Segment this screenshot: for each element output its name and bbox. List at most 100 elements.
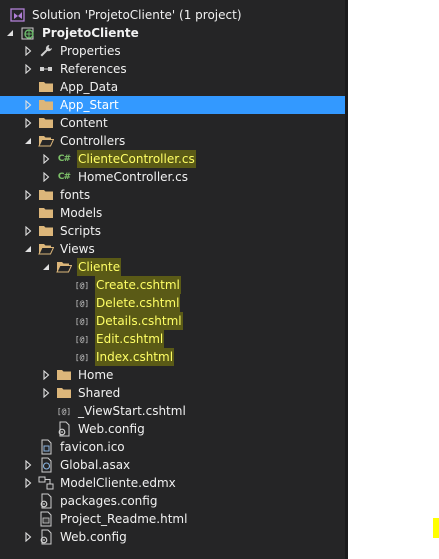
chevron-right-icon[interactable] bbox=[22, 186, 34, 204]
tree-item-favicon-ico[interactable]: favicon.ico bbox=[0, 438, 345, 456]
solution-node[interactable]: Solution 'ProjetoCliente' (1 project) bbox=[0, 6, 345, 24]
tree-item-scripts[interactable]: Scripts bbox=[0, 222, 345, 240]
folder-open-icon bbox=[38, 241, 54, 257]
tree-item-references[interactable]: References bbox=[0, 60, 345, 78]
tree-item-web-config[interactable]: Web.config bbox=[0, 420, 345, 438]
chevron-right-icon[interactable] bbox=[22, 60, 34, 78]
solution-icon bbox=[10, 7, 26, 23]
tree-item-label: ModelCliente.edmx bbox=[60, 476, 176, 490]
tree-item-cliente[interactable]: Cliente bbox=[0, 258, 345, 276]
tree-item-details-cshtml[interactable]: [@] Details.cshtml bbox=[0, 312, 345, 330]
folder-icon bbox=[56, 367, 72, 383]
chevron-down-icon[interactable] bbox=[22, 240, 34, 258]
tree-item-label: Web.config bbox=[60, 530, 127, 544]
references-icon bbox=[38, 61, 54, 77]
tree-item-views[interactable]: Views bbox=[0, 240, 345, 258]
folder-icon bbox=[56, 385, 72, 401]
chevron-right-icon[interactable] bbox=[22, 222, 34, 240]
tree-item-label: Properties bbox=[60, 44, 121, 58]
tree-item-viewstart-cshtml[interactable]: [@] _ViewStart.cshtml bbox=[0, 402, 345, 420]
cshtml-file-icon: [@] bbox=[74, 334, 90, 344]
tree-item-label: Controllers bbox=[60, 134, 126, 148]
tree-item-project-readme-html[interactable]: Project_Readme.html bbox=[0, 510, 345, 528]
tree-item-fonts[interactable]: fonts bbox=[0, 186, 345, 204]
tree-item-label: Web.config bbox=[78, 422, 145, 436]
chevron-right-icon[interactable] bbox=[22, 474, 34, 492]
tree-item-app-data[interactable]: App_Data bbox=[0, 78, 345, 96]
tree-item-edit-cshtml[interactable]: [@] Edit.cshtml bbox=[0, 330, 345, 348]
tree-item-modelcliente-edmx[interactable]: ModelCliente.edmx bbox=[0, 474, 345, 492]
project-label: ProjetoCliente bbox=[42, 26, 139, 40]
project-node[interactable]: ProjetoCliente bbox=[0, 24, 345, 42]
tree-item-clientecontroller-cs[interactable]: C# ClienteController.cs bbox=[0, 150, 345, 168]
tree-item-label: App_Data bbox=[60, 80, 119, 94]
tree-item-label: Create.cshtml bbox=[95, 276, 181, 294]
tree-item-label: Index.cshtml bbox=[95, 348, 175, 366]
solution-label: Solution 'ProjetoCliente' (1 project) bbox=[32, 8, 242, 22]
tree-item-global-asax[interactable]: Global.asax bbox=[0, 456, 345, 474]
config-file-icon bbox=[38, 493, 54, 509]
edmx-file-icon bbox=[38, 475, 54, 491]
wrench-icon bbox=[38, 43, 54, 59]
chevron-right-icon[interactable] bbox=[22, 42, 34, 60]
tree-item-label: Content bbox=[60, 116, 108, 130]
asax-file-icon bbox=[38, 457, 54, 473]
tree-item-app-start[interactable]: App_Start bbox=[0, 96, 345, 114]
chevron-down-icon[interactable] bbox=[40, 258, 52, 276]
tree-item-label: Home bbox=[78, 368, 114, 382]
tree-item-label: Models bbox=[60, 206, 103, 220]
tree-item-label: Edit.cshtml bbox=[95, 330, 165, 348]
chevron-right-icon[interactable] bbox=[22, 114, 34, 132]
tree-item-controllers[interactable]: Controllers bbox=[0, 132, 345, 150]
cshtml-file-icon: [@] bbox=[74, 316, 90, 326]
tree-item-label: References bbox=[60, 62, 127, 76]
tree-item-models[interactable]: Models bbox=[0, 204, 345, 222]
chevron-right-icon[interactable] bbox=[40, 366, 52, 384]
chevron-down-icon[interactable] bbox=[4, 24, 16, 42]
tree-item-label: Views bbox=[60, 242, 95, 256]
tree-item-properties[interactable]: Properties bbox=[0, 42, 345, 60]
tree-item-packages-config[interactable]: packages.config bbox=[0, 492, 345, 510]
folder-icon bbox=[38, 115, 54, 131]
config-file-icon bbox=[38, 529, 54, 545]
html-file-icon bbox=[38, 511, 54, 527]
cshtml-file-icon: [@] bbox=[74, 298, 90, 308]
chevron-right-icon[interactable] bbox=[22, 528, 34, 546]
folder-icon bbox=[38, 79, 54, 95]
folder-icon bbox=[38, 187, 54, 203]
tree-item-create-cshtml[interactable]: [@] Create.cshtml bbox=[0, 276, 345, 294]
chevron-down-icon[interactable] bbox=[22, 132, 34, 150]
tree-item-content[interactable]: Content bbox=[0, 114, 345, 132]
tree-item-label: favicon.ico bbox=[60, 440, 125, 454]
tree-item-label: _ViewStart.cshtml bbox=[78, 404, 186, 418]
folder-open-icon bbox=[56, 259, 72, 275]
tree-item-index-cshtml[interactable]: [@] Index.cshtml bbox=[0, 348, 345, 366]
csharp-file-icon: C# bbox=[57, 172, 71, 182]
chevron-right-icon[interactable] bbox=[40, 150, 52, 168]
tree-item-homecontroller-cs[interactable]: C# HomeController.cs bbox=[0, 168, 345, 186]
highlight-mark bbox=[433, 518, 439, 538]
tree-item-shared[interactable]: Shared bbox=[0, 384, 345, 402]
folder-icon bbox=[38, 205, 54, 221]
tree-item-label: Scripts bbox=[60, 224, 102, 238]
chevron-right-icon[interactable] bbox=[40, 384, 52, 402]
tree-item-delete-cshtml[interactable]: [@] Delete.cshtml bbox=[0, 294, 345, 312]
tree-item-web-config[interactable]: Web.config bbox=[0, 528, 345, 546]
chevron-right-icon[interactable] bbox=[40, 168, 52, 186]
chevron-right-icon[interactable] bbox=[22, 456, 34, 474]
tree-item-label: App_Start bbox=[60, 98, 119, 112]
folder-icon bbox=[38, 223, 54, 239]
chevron-right-icon[interactable] bbox=[22, 96, 34, 114]
tree-item-home[interactable]: Home bbox=[0, 366, 345, 384]
tree-item-label: ClienteController.cs bbox=[77, 150, 196, 168]
